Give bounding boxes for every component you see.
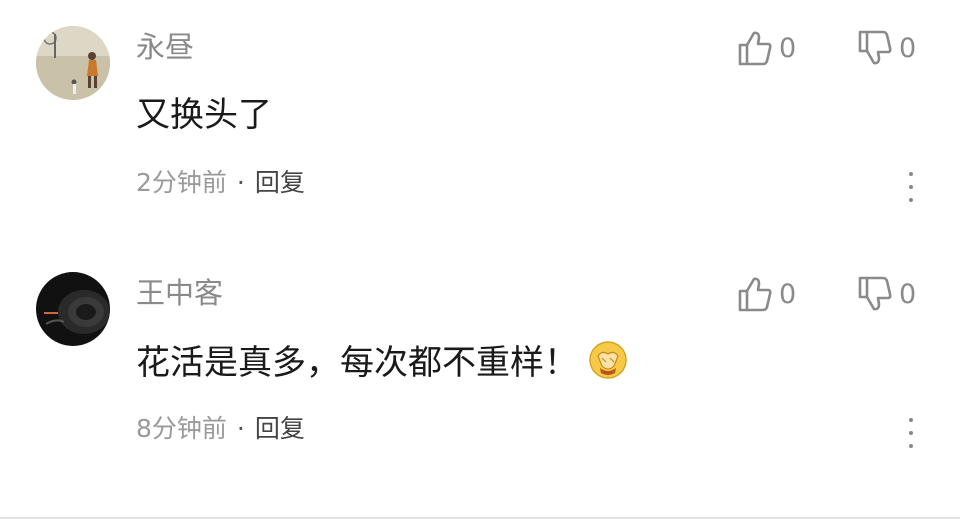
more-vertical-icon[interactable]	[904, 418, 918, 448]
thumbs-up-icon	[738, 31, 772, 66]
comment-meta: 8分钟前 · 回复	[136, 414, 305, 444]
reply-button[interactable]: 回复	[255, 168, 305, 197]
dislike-count: 0	[899, 32, 917, 64]
thumbs-down-icon	[858, 276, 892, 311]
dislike-count: 0	[899, 278, 917, 310]
timestamp: 8分钟前	[136, 414, 227, 443]
username[interactable]: 王中客	[136, 276, 223, 310]
comment-text: 又换头了	[136, 95, 272, 135]
timestamp: 2分钟前	[136, 168, 227, 197]
separator-dot: ·	[236, 414, 245, 443]
comment-meta: 2分钟前 · 回复	[136, 168, 305, 198]
like-count: 0	[779, 278, 797, 310]
like-button[interactable]: 0	[737, 274, 796, 314]
username[interactable]: 永昼	[136, 30, 194, 64]
reply-button[interactable]: 回复	[255, 414, 305, 443]
avatar[interactable]	[36, 26, 110, 100]
more-vertical-icon[interactable]	[904, 172, 918, 202]
clapping-hands-emoji	[589, 341, 627, 379]
like-count: 0	[779, 32, 797, 64]
dislike-button[interactable]: 0	[857, 28, 916, 68]
dislike-button[interactable]: 0	[857, 274, 916, 314]
basketball-photo-avatar	[36, 26, 110, 100]
comment-text: 花活是真多，每次都不重样！	[136, 340, 628, 384]
separator-dot: ·	[236, 168, 245, 197]
avatar[interactable]	[36, 272, 110, 346]
dark-photo-avatar	[36, 272, 110, 346]
thumbs-up-icon	[738, 277, 772, 312]
comment-text-content: 花活是真多，每次都不重样！	[136, 343, 578, 383]
thumbs-down-icon	[858, 30, 892, 65]
like-button[interactable]: 0	[737, 28, 796, 68]
